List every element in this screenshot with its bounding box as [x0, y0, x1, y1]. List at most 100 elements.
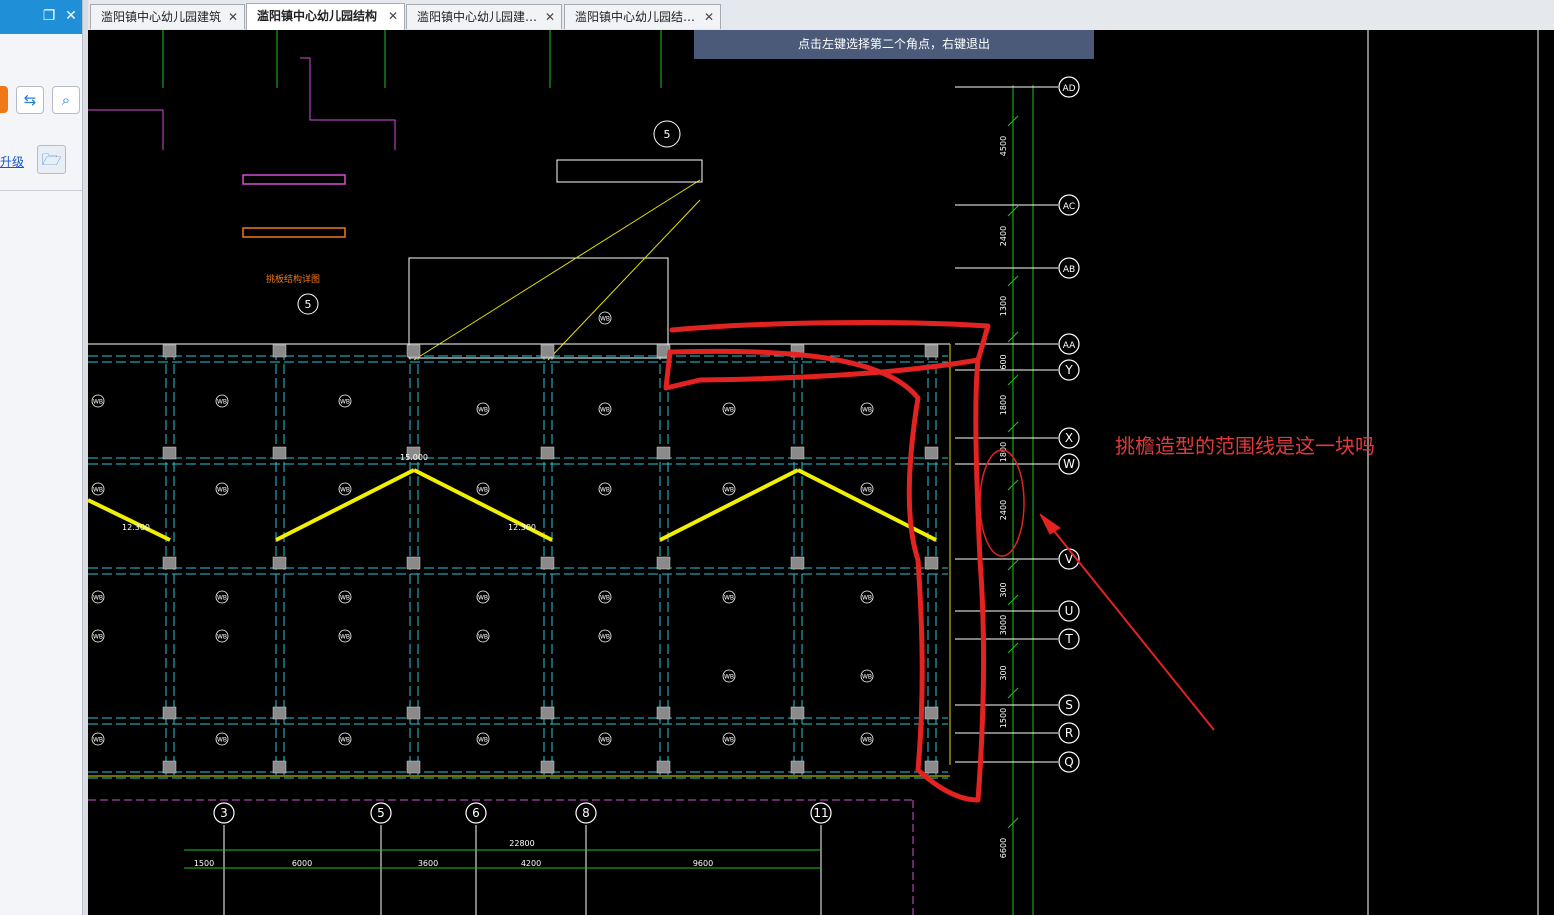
- tab-architecture-2[interactable]: 滥阳镇中心幼儿园建… ✕: [406, 4, 562, 29]
- column: [406, 760, 421, 774]
- slab-tag: WB: [217, 595, 227, 602]
- slab-tag: WB: [600, 487, 610, 494]
- column: [272, 344, 287, 358]
- dimension-text: 4200: [521, 859, 541, 868]
- axis-label: AC: [1063, 202, 1075, 212]
- tab-label: 滥阳镇中心幼儿园建筑: [101, 10, 222, 24]
- axis-label: 11: [813, 806, 828, 820]
- detail-slab: [242, 227, 346, 238]
- upgrade-link[interactable]: 升级: [0, 153, 24, 170]
- axis-label: 8: [582, 806, 590, 820]
- slab-tag: WB: [600, 634, 610, 641]
- column: [656, 706, 671, 720]
- tab-close-icon[interactable]: ✕: [545, 5, 555, 29]
- slab-tag: WB: [93, 737, 103, 744]
- dimension-text: 1300: [999, 296, 1008, 316]
- slab-tag: WB: [340, 634, 350, 641]
- dimension-text: 4500: [999, 136, 1008, 156]
- dimension-text: 6600: [999, 838, 1008, 858]
- restore-window-icon[interactable]: ❐: [40, 7, 58, 25]
- column: [162, 344, 177, 358]
- column: [656, 760, 671, 774]
- close-icon[interactable]: ✕: [62, 7, 80, 25]
- tab-architecture-1[interactable]: 滥阳镇中心幼儿园建筑 ✕: [90, 4, 245, 29]
- document-tab-bar: 滥阳镇中心幼儿园建筑 ✕ 滥阳镇中心幼儿园结构 ✕ 滥阳镇中心幼儿园建… ✕ 滥…: [88, 0, 1554, 31]
- detail-number: 5: [305, 298, 312, 311]
- slab-tag: WB: [217, 737, 227, 744]
- right-axis-bubbles: ADACABAAYXWVUTSRQ45002400130060018001800…: [955, 76, 1080, 858]
- slab-tag: WB: [724, 674, 734, 681]
- roof-ridge: [659, 468, 799, 542]
- roof-ridge: [797, 468, 937, 542]
- left-panel-divider: [0, 190, 82, 191]
- bottom-axis-bubbles: 3 5 6 8 11 22800 1500 6000 3600 4200 9600: [88, 799, 914, 915]
- structure-plan-drawing: 515.00012.300 12.300挑板结构详图5 ADACABAAYXWVU…: [88, 30, 1539, 915]
- axis-label: 6: [472, 806, 480, 820]
- column: [540, 344, 555, 358]
- column: [162, 760, 177, 774]
- tab-structure-2[interactable]: 滥阳镇中心幼儿园结… ✕: [564, 4, 721, 29]
- column: [406, 556, 421, 570]
- axis-label: Y: [1064, 363, 1073, 377]
- column: [924, 760, 939, 774]
- column: [540, 760, 555, 774]
- slab-tag: WB: [93, 399, 103, 406]
- column: [272, 556, 287, 570]
- folder-open-icon[interactable]: 🗁: [37, 145, 66, 174]
- level-label: 12.300: [122, 523, 150, 532]
- tab-close-icon[interactable]: ✕: [388, 4, 398, 29]
- slab-tag: WB: [862, 737, 872, 744]
- slab-tag: WB: [862, 595, 872, 602]
- axis-label: Q: [1064, 755, 1073, 769]
- column: [924, 556, 939, 570]
- tab-close-icon[interactable]: ✕: [704, 5, 714, 29]
- column: [656, 446, 671, 460]
- orange-tool-button[interactable]: [0, 86, 8, 113]
- column: [162, 556, 177, 570]
- slab-tag: WB: [862, 487, 872, 494]
- column: [272, 760, 287, 774]
- slab-tag: WB: [478, 737, 488, 744]
- tab-close-icon[interactable]: ✕: [228, 5, 238, 29]
- red-annotation-markup: [663, 320, 1215, 803]
- axis-label: W: [1063, 457, 1075, 471]
- detail-outline: [556, 159, 703, 183]
- column: [924, 344, 939, 358]
- dimension-text: 9600: [693, 859, 713, 868]
- axis-label: 3: [220, 806, 228, 820]
- column: [540, 446, 555, 460]
- level-label: 15.000: [400, 453, 428, 462]
- slab-tag: WB: [600, 595, 610, 602]
- command-prompt-tooltip: 点击左键选择第二个角点，右键退出: [694, 30, 1094, 59]
- column: [162, 706, 177, 720]
- slab-tag: WB: [478, 595, 488, 602]
- cad-drawing-canvas[interactable]: 5 15.000 12.300 12.300 挑板结构详图 5 AD AC AB AA Y X W V U…: [88, 30, 1554, 915]
- red-boundary-stroke: [663, 320, 991, 803]
- dimension-text: 300: [999, 582, 1008, 597]
- sync-icon[interactable]: ⇆: [16, 86, 44, 114]
- annotation-question-text: 挑檐造型的范围线是这一块吗: [1115, 434, 1375, 458]
- slab-tag: WB: [600, 407, 610, 414]
- axis-label: X: [1065, 431, 1073, 445]
- slab-tag: WB: [478, 634, 488, 641]
- axis-label: T: [1064, 632, 1073, 646]
- slab-tag: WB: [217, 487, 227, 494]
- roof-ridge: [88, 498, 171, 542]
- search-icon[interactable]: ⌕: [52, 86, 80, 114]
- column: [406, 706, 421, 720]
- dimension-text: 6000: [292, 859, 312, 868]
- dimension-text: 2400: [999, 226, 1008, 246]
- section-number: 5: [664, 128, 671, 141]
- grid-lines: [1012, 30, 1539, 915]
- slab-tag: WB: [724, 407, 734, 414]
- axis-label: AB: [1063, 265, 1075, 275]
- column: [540, 706, 555, 720]
- slab-tag: WB: [93, 634, 103, 641]
- dimension-text: 300: [999, 665, 1008, 680]
- slab-tag: WB: [340, 737, 350, 744]
- slab-tag: WB: [217, 399, 227, 406]
- tab-structure-active[interactable]: 滥阳镇中心幼儿园结构 ✕: [246, 3, 405, 30]
- slab-tag: WB: [340, 487, 350, 494]
- detail-line: [88, 109, 164, 150]
- section-line: [547, 199, 701, 361]
